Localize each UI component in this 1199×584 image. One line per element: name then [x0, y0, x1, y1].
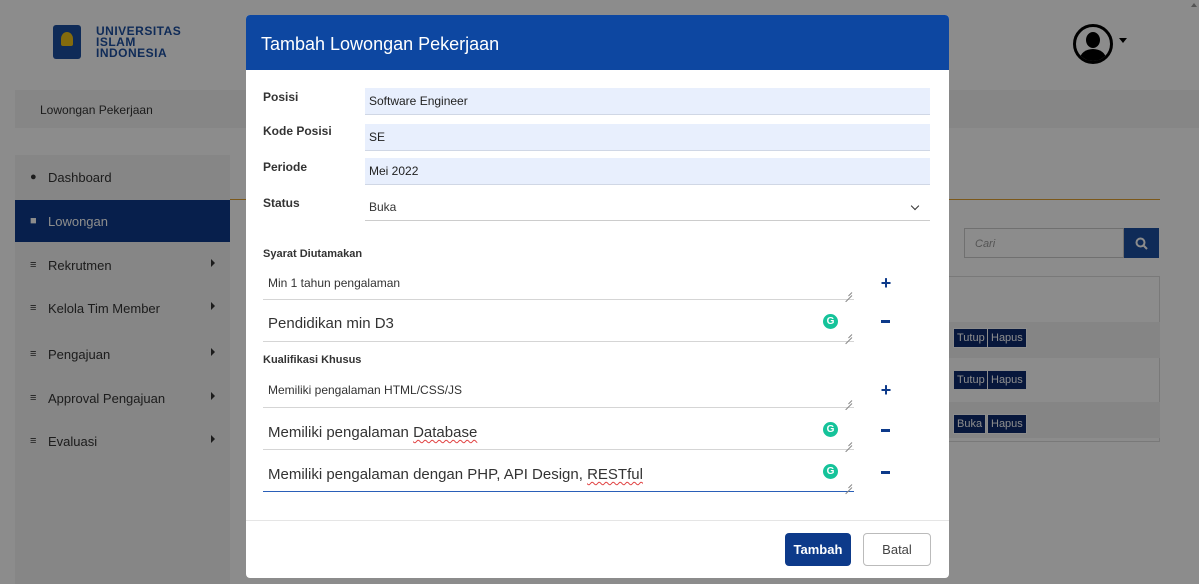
resize-handle-icon[interactable] [845, 481, 852, 488]
tambah-button[interactable]: Tambah [785, 533, 851, 566]
syarat-textarea[interactable]: Pendidikan min D3 G [263, 302, 854, 342]
syarat-text: Min 1 tahun pengalaman [268, 276, 401, 290]
resize-handle-icon[interactable] [845, 439, 852, 446]
remove-kualifikasi-button[interactable] [878, 464, 894, 480]
posisi-label: Posisi [263, 90, 299, 104]
syarat-section-title: Syarat Diutamakan [263, 248, 363, 260]
scroll-up-icon[interactable] [1191, 3, 1197, 7]
add-kualifikasi-button[interactable]: + [878, 381, 894, 399]
kualifikasi-textarea[interactable]: Memiliki pengalaman Database G [263, 410, 854, 450]
resize-handle-icon[interactable] [845, 331, 852, 338]
batal-button[interactable]: Batal [863, 533, 931, 566]
kode-posisi-input[interactable]: SE [365, 124, 930, 151]
syarat-text: Pendidikan min D3 [268, 315, 394, 332]
periode-label: Periode [263, 160, 308, 174]
remove-syarat-button[interactable] [878, 313, 894, 329]
status-select[interactable]: Buka [365, 194, 930, 221]
kualifikasi-text: Memiliki pengalaman Database [268, 424, 478, 441]
chevron-down-icon [910, 201, 920, 211]
periode-input[interactable]: Mei 2022 [365, 158, 930, 185]
kualifikasi-text: Memiliki pengalaman dengan PHP, API Desi… [268, 466, 643, 483]
kualifikasi-text: Memiliki pengalaman HTML/CSS/JS [268, 383, 463, 397]
grammarly-icon[interactable]: G [823, 422, 838, 437]
kode-posisi-label: Kode Posisi [263, 124, 332, 138]
add-syarat-button[interactable]: + [878, 274, 894, 292]
modal-footer-divider [246, 520, 949, 521]
posisi-input[interactable]: Software Engineer [365, 88, 930, 115]
resize-handle-icon[interactable] [845, 397, 852, 404]
add-job-modal: Tambah Lowongan Pekerjaan Posisi Softwar… [246, 15, 949, 578]
status-selected-value: Buka [369, 200, 397, 214]
modal-header: Tambah Lowongan Pekerjaan [246, 15, 949, 70]
kualifikasi-section-title: Kualifikasi Khusus [263, 354, 362, 366]
remove-kualifikasi-button[interactable] [878, 422, 894, 438]
grammarly-icon[interactable]: G [823, 464, 838, 479]
modal-title: Tambah Lowongan Pekerjaan [261, 34, 500, 54]
status-label: Status [263, 196, 300, 210]
spelling-flagged-word: RESTful [587, 466, 643, 483]
spelling-flagged-word: Database [413, 424, 478, 441]
grammarly-icon[interactable]: G [823, 314, 838, 329]
syarat-textarea[interactable]: Min 1 tahun pengalaman [263, 268, 854, 300]
resize-handle-icon[interactable] [845, 289, 852, 296]
kualifikasi-textarea[interactable]: Memiliki pengalaman HTML/CSS/JS [263, 376, 854, 408]
kualifikasi-textarea[interactable]: Memiliki pengalaman dengan PHP, API Desi… [263, 452, 854, 492]
